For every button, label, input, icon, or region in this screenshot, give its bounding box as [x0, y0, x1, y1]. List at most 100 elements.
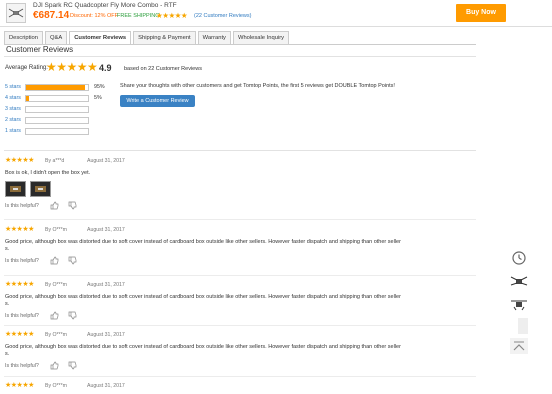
rating-bar-label[interactable]: 4 stars — [5, 94, 21, 102]
rating-bar-label[interactable]: 2 stars — [5, 116, 21, 124]
tab-description[interactable]: Description — [4, 31, 43, 44]
thumbs-up-icon[interactable] — [50, 361, 68, 370]
review-date: August 31, 2017 — [87, 158, 125, 164]
helpful-row: Is this helpful? — [5, 256, 475, 265]
review-author: By O***m — [45, 282, 67, 288]
average-rating-value: 4.9 — [99, 63, 112, 73]
rating-bar-label[interactable]: 3 stars — [5, 105, 21, 113]
free-shipping-label: FREE SHIPPING — [117, 13, 160, 19]
write-review-button[interactable]: Write a Customer Review — [120, 95, 195, 107]
review-photo[interactable] — [5, 181, 26, 197]
thumbs-down-icon[interactable] — [68, 311, 86, 320]
based-on-count: based on 22 Customer Reviews — [124, 66, 202, 72]
rating-bar-label[interactable]: 1 stars — [5, 127, 21, 135]
helpful-row: Is this helpful? — [5, 201, 475, 210]
product-price: €687.14 — [33, 10, 70, 21]
drone-icon[interactable] — [510, 273, 528, 289]
review-header: ★★★★★ By O***m August 31, 2017 — [5, 281, 475, 290]
review-text: Good price, although box was distorted d… — [5, 344, 401, 357]
rating-bar-label[interactable]: 5 stars — [5, 83, 21, 91]
helpful-label: Is this helpful? — [5, 363, 39, 369]
review-author: By O***m — [45, 332, 67, 338]
thumbs-down-icon[interactable] — [68, 256, 86, 265]
drone-icon[interactable] — [510, 296, 528, 312]
review-date: August 31, 2017 — [87, 282, 125, 288]
review-divider — [4, 275, 476, 276]
tab-qa[interactable]: Q&A — [45, 31, 68, 44]
review-stars: ★★★★★ — [5, 281, 34, 288]
review-date: August 31, 2017 — [87, 332, 125, 338]
product-rating-stars: ★★★★★ — [156, 11, 188, 20]
review-divider — [4, 376, 476, 377]
product-thumbnail[interactable] — [6, 3, 26, 23]
review-header: ★★★★★ By O***m August 31, 2017 — [5, 382, 475, 391]
rating-bar-track — [25, 84, 89, 91]
product-tabs: Description Q&A Customer Reviews Shippin… — [4, 31, 291, 45]
customer-reviews-link[interactable]: (22 Customer Reviews) — [194, 13, 251, 19]
review-stars: ★★★★★ — [5, 226, 34, 233]
product-header-bar: DJI Spark RC Quadcopter Fly More Combo -… — [0, 0, 552, 27]
thumbs-up-icon[interactable] — [50, 256, 68, 265]
rating-bar-track — [25, 106, 89, 113]
rating-bar-percent: 95% — [94, 84, 105, 90]
review-divider — [4, 219, 476, 220]
review-stars: ★★★★★ — [5, 331, 34, 338]
tab-warranty[interactable]: Warranty — [197, 31, 231, 44]
review-item: ★★★★★ By O***m August 31, 2017 Good price, … — [5, 331, 475, 370]
thumbs-up-icon[interactable] — [50, 311, 68, 320]
review-stars: ★★★★★ — [5, 157, 34, 164]
review-author: By O***m — [45, 227, 67, 233]
helpful-label: Is this helpful? — [5, 258, 39, 264]
review-author: By a***d — [45, 158, 65, 164]
review-photo[interactable] — [30, 181, 51, 197]
rating-bar-row[interactable]: 2 stars — [5, 116, 115, 124]
review-header: ★★★★★ By O***m August 31, 2017 — [5, 331, 475, 340]
drone-thumbnail-icon — [8, 8, 24, 18]
discount-label: Discount: 12% OFF — [70, 13, 118, 19]
rating-bar-row[interactable]: 5 stars 95% — [5, 83, 115, 91]
rating-bar-row[interactable]: 3 stars — [5, 105, 115, 113]
thumbs-down-icon[interactable] — [68, 201, 86, 210]
review-text: Good price, although box was distorted d… — [5, 294, 401, 307]
history-clock-icon[interactable] — [510, 250, 528, 266]
buy-now-button[interactable]: Buy Now — [456, 4, 506, 22]
helpful-label: Is this helpful? — [5, 203, 39, 209]
review-stars: ★★★★★ — [5, 382, 34, 389]
tab-shipping-payment[interactable]: Shipping & Payment — [133, 31, 196, 44]
review-author: By O***m — [45, 383, 67, 389]
thumbs-up-icon[interactable] — [50, 201, 68, 210]
review-text: Box is ok, I didn't open the box yet. — [5, 170, 91, 176]
average-rating-label: Average Rating: — [5, 65, 48, 71]
review-item: ★★★★★ By O***m August 31, 2017 Good price, … — [5, 226, 475, 265]
share-points-text: Share your thoughts with other customers… — [120, 83, 395, 89]
rating-bar-row[interactable]: 1 stars — [5, 127, 115, 135]
review-date: August 31, 2017 — [87, 227, 125, 233]
rating-bar-row[interactable]: 4 stars 5% — [5, 94, 115, 102]
review-date: August 31, 2017 — [87, 383, 125, 389]
review-item: ★★★★★ By O***m August 31, 2017 Good price, … — [5, 281, 475, 320]
review-photos — [5, 181, 475, 198]
helpful-label: Is this helpful? — [5, 313, 39, 319]
blank-panel-icon — [514, 318, 528, 334]
thumbs-down-icon[interactable] — [68, 361, 86, 370]
rating-bar-track — [25, 128, 89, 135]
helpful-row: Is this helpful? — [5, 361, 475, 370]
back-to-top-icon[interactable] — [510, 338, 528, 354]
review-divider — [4, 325, 476, 326]
rating-bar-fill — [26, 85, 85, 90]
section-title: Customer Reviews — [6, 45, 74, 54]
tab-divider — [4, 44, 476, 45]
review-text: Good price, although box was distorted d… — [5, 239, 401, 252]
rating-bar-percent: 5% — [94, 95, 102, 101]
section-divider — [4, 56, 476, 57]
helpful-row: Is this helpful? — [5, 311, 475, 320]
review-item: ★★★★★ By a***d August 31, 2017 Box is ok, I… — [5, 157, 475, 210]
tab-wholesale-inquiry[interactable]: Wholesale Inquiry — [232, 31, 290, 44]
rating-bar-fill — [26, 96, 30, 101]
product-title: DJI Spark RC Quadcopter Fly More Combo -… — [33, 2, 177, 9]
tab-customer-reviews[interactable]: Customer Reviews — [69, 31, 132, 45]
rating-bar-track — [25, 95, 89, 102]
review-header: ★★★★★ By O***m August 31, 2017 — [5, 226, 475, 235]
reviews-divider — [4, 150, 476, 151]
review-item: ★★★★★ By O***m August 31, 2017 — [5, 382, 475, 391]
